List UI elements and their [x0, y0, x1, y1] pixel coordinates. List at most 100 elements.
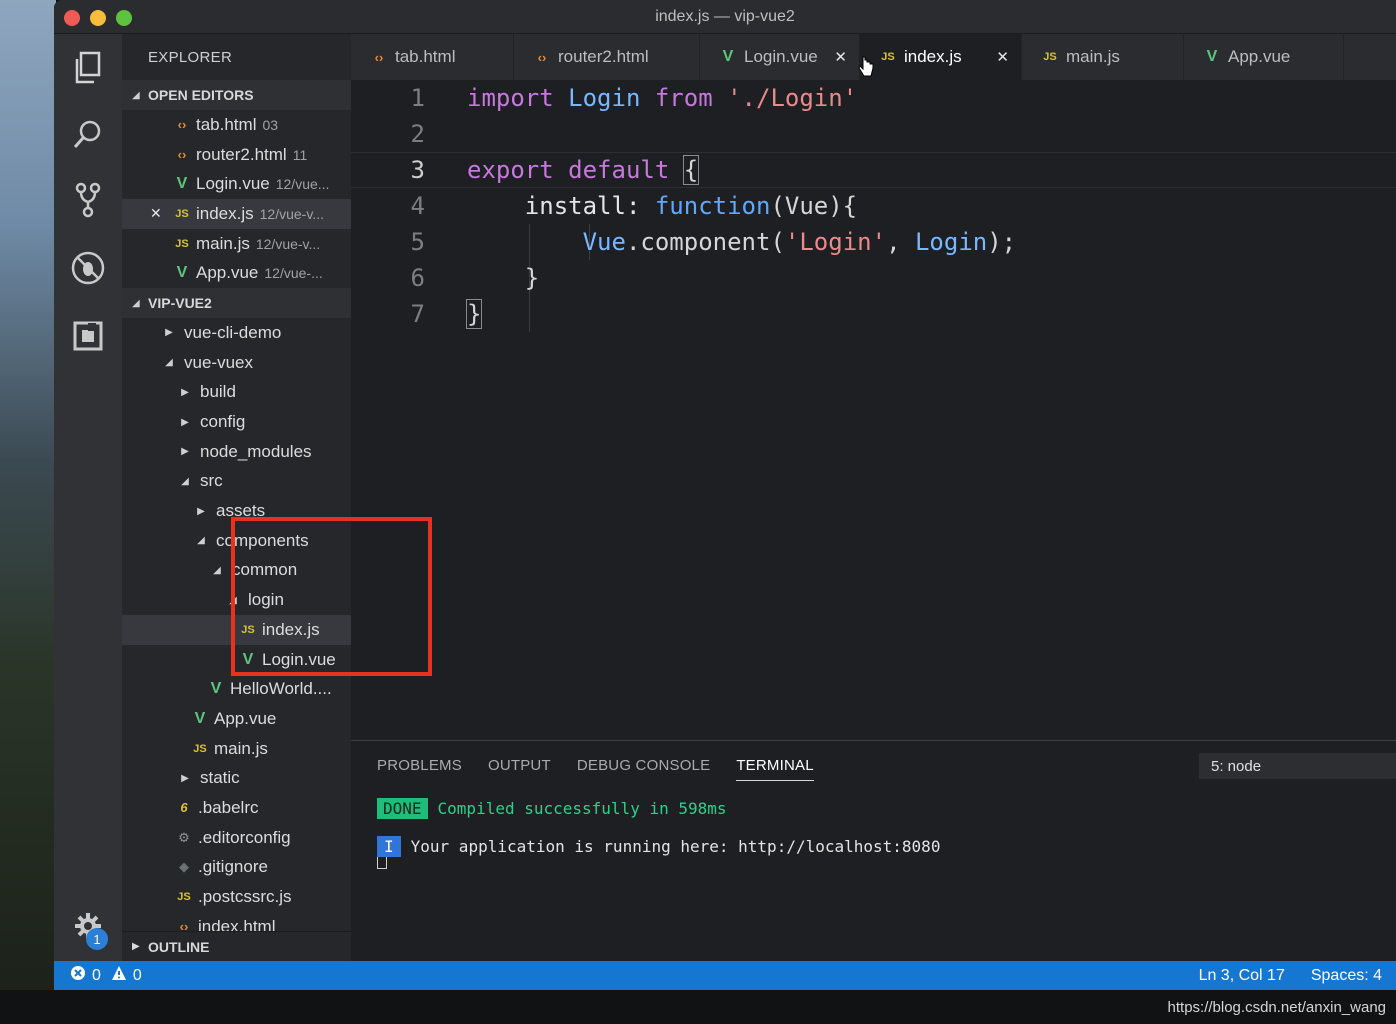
- maximize-window-button[interactable]: [116, 10, 132, 26]
- token: Login: [568, 84, 641, 112]
- token: 'Login': [784, 228, 887, 256]
- tree-file[interactable]: V Login.vue: [122, 645, 351, 675]
- file-name: HelloWorld....: [230, 679, 332, 699]
- tab-debug-console[interactable]: DEBUG CONSOLE: [577, 757, 710, 781]
- tab-index-js[interactable]: JS index.js ✕: [860, 34, 1022, 80]
- tab-label: main.js: [1066, 47, 1120, 66]
- chevron-right-icon: ▶: [181, 446, 189, 458]
- cursor-position[interactable]: Ln 3, Col 17: [1199, 967, 1285, 985]
- tree-file[interactable]: V HelloWorld....: [122, 674, 351, 704]
- tree-file-selected[interactable]: JS index.js: [122, 615, 351, 645]
- html-file-icon: ‹›: [374, 49, 384, 65]
- terminal-output[interactable]: DONE Compiled successfully in 598ms I Yo…: [377, 789, 940, 869]
- token: }: [524, 264, 540, 292]
- token: './Login': [727, 84, 858, 112]
- tab-terminal[interactable]: TERMINAL: [736, 757, 814, 781]
- tab-problems[interactable]: PROBLEMS: [377, 757, 462, 781]
- tree-file[interactable]: V App.vue: [122, 704, 351, 734]
- tree-folder[interactable]: ▶ config: [122, 407, 351, 437]
- window-title: index.js — vip-vue2: [655, 7, 795, 25]
- tree-folder[interactable]: ◢ common: [122, 556, 351, 586]
- code-text: Vue.component('Login', Login);: [435, 228, 1017, 256]
- explorer-header: EXPLORER: [148, 48, 233, 66]
- outline-header[interactable]: ▶ OUTLINE: [122, 931, 351, 961]
- search-icon[interactable]: [68, 114, 108, 154]
- chevron-down-icon: ◢: [213, 564, 221, 576]
- code-editor[interactable]: 1 import Login from './Login' 2 3 export…: [351, 80, 1396, 740]
- tree-folder[interactable]: ▶ build: [122, 378, 351, 408]
- tree-folder[interactable]: ▶ assets: [122, 496, 351, 526]
- token: (Vue){: [770, 192, 858, 220]
- open-editor-item[interactable]: JS main.js 12/vue-v...: [122, 229, 351, 259]
- line-number: 5: [410, 228, 425, 256]
- close-icon[interactable]: ✕: [996, 48, 1009, 66]
- activity-bar: 1: [54, 34, 122, 961]
- problems-indicator[interactable]: 0 0: [70, 965, 142, 986]
- vue-file-icon: V: [242, 650, 254, 668]
- file-name: tab.html: [196, 114, 257, 134]
- token: import: [467, 84, 554, 112]
- file-name: .postcssrc.js: [198, 887, 292, 907]
- info-text: Your application is running here: http:/…: [410, 836, 941, 856]
- project-header[interactable]: ◢ VIP-VUE2: [122, 288, 351, 319]
- open-editor-item[interactable]: ‹› router2.html 11: [122, 140, 351, 170]
- tab-router2-html[interactable]: ‹› router2.html: [514, 34, 700, 80]
- tree-folder[interactable]: ▶ static: [122, 763, 351, 793]
- explorer-icon[interactable]: [68, 48, 108, 88]
- tree-folder[interactable]: ◢ src: [122, 467, 351, 497]
- source-control-icon[interactable]: [68, 180, 108, 220]
- tree-file[interactable]: ⚙ .editorconfig: [122, 823, 351, 853]
- tab-tab-html[interactable]: ‹› tab.html: [351, 34, 514, 80]
- mouse-pointer-icon: [858, 56, 874, 78]
- open-editor-item-active[interactable]: ✕ JS index.js 12/vue-v...: [122, 199, 351, 229]
- file-name: index.js: [196, 203, 254, 223]
- close-icon[interactable]: ✕: [150, 205, 162, 222]
- minimize-window-button[interactable]: [90, 10, 106, 26]
- js-file-icon: JS: [1043, 51, 1057, 63]
- open-editor-item[interactable]: V App.vue 12/vue-...: [122, 258, 351, 288]
- tree-folder[interactable]: ◢ vue-vuex: [122, 348, 351, 378]
- folder-name: components: [216, 530, 309, 550]
- folder-name: assets: [216, 501, 266, 521]
- tree-folder[interactable]: ▶ vue-cli-demo: [122, 318, 351, 348]
- terminal-select[interactable]: 5: node: [1199, 753, 1396, 779]
- debug-icon[interactable]: [68, 248, 108, 288]
- open-editor-item[interactable]: V Login.vue 12/vue...: [122, 169, 351, 199]
- chevron-right-icon: ▶: [181, 386, 189, 398]
- vue-file-icon: V: [176, 264, 188, 282]
- folder-name: config: [200, 412, 246, 432]
- code-line: 2: [351, 116, 1396, 152]
- panel-tabs: PROBLEMS OUTPUT DEBUG CONSOLE TERMINAL: [377, 757, 814, 781]
- code-line: 5 Vue.component('Login', Login);: [351, 224, 1396, 260]
- tree-folder[interactable]: ◢ components: [122, 526, 351, 556]
- line-number: 4: [410, 192, 425, 220]
- open-editor-item[interactable]: ‹› tab.html 03: [122, 110, 351, 140]
- tab-login-vue[interactable]: V Login.vue ✕: [700, 34, 860, 80]
- open-editors-header[interactable]: ◢ OPEN EDITORS: [122, 80, 351, 110]
- code-text: import Login from './Login': [435, 84, 857, 112]
- open-editors-label: OPEN EDITORS: [148, 87, 254, 103]
- line-number: 7: [410, 300, 425, 328]
- tree-folder[interactable]: ◢ login: [122, 585, 351, 615]
- close-window-button[interactable]: [64, 10, 80, 26]
- code-text: export default {: [435, 155, 700, 185]
- tab-app-vue[interactable]: V App.vue: [1184, 34, 1344, 80]
- babel-file-icon: 6: [180, 800, 188, 816]
- tree-file[interactable]: 6 .babelrc: [122, 793, 351, 823]
- warning-icon: [111, 965, 127, 986]
- tab-output[interactable]: OUTPUT: [488, 757, 551, 781]
- tree-file[interactable]: JS .postcssrc.js: [122, 882, 351, 912]
- close-icon[interactable]: ✕: [834, 48, 847, 66]
- error-icon: [70, 965, 86, 986]
- tab-main-js[interactable]: JS main.js: [1022, 34, 1184, 80]
- folder-name: static: [200, 768, 240, 788]
- extensions-icon[interactable]: [68, 316, 108, 356]
- info-badge: I: [377, 835, 401, 857]
- indentation[interactable]: Spaces: 4: [1311, 967, 1382, 985]
- tree-file[interactable]: JS main.js: [122, 734, 351, 764]
- folder-name: common: [232, 560, 298, 580]
- chevron-down-icon: ◢: [229, 594, 237, 606]
- file-name: index.js: [262, 619, 320, 639]
- tree-file[interactable]: ◆ .gitignore: [122, 853, 351, 883]
- tree-folder[interactable]: ▶ node_modules: [122, 437, 351, 467]
